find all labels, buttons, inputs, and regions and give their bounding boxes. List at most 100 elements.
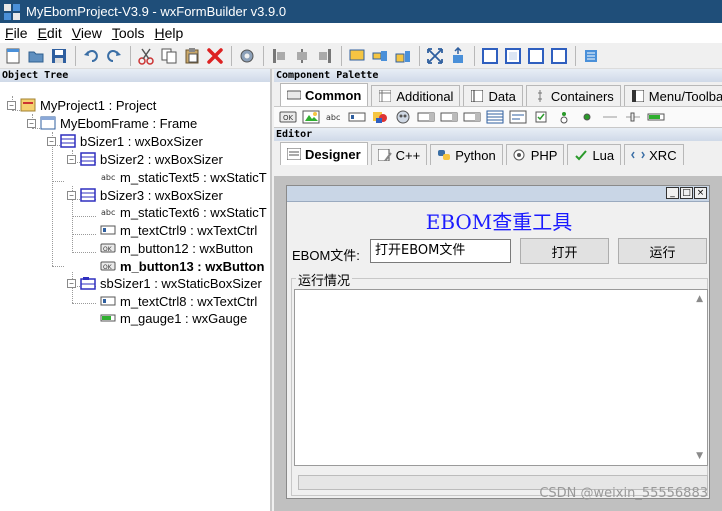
tab-designer[interactable]: Designer	[280, 142, 368, 165]
tree-item-bsizer3[interactable]: − bSizer3 : wxBoxSizer	[67, 186, 223, 204]
menu-file[interactable]: File	[2, 25, 31, 41]
open-button[interactable]: 打开	[520, 238, 609, 264]
button-component-icon[interactable]: OK	[278, 108, 298, 126]
additional-tab-icon	[378, 90, 392, 102]
align-top-button[interactable]	[346, 45, 368, 67]
align-bottom-button[interactable]	[392, 45, 414, 67]
toolbar-separator	[419, 45, 420, 66]
collapse-icon[interactable]: −	[67, 154, 76, 164]
tree-item-bsizer2[interactable]: − bSizer2 : wxBoxSizer	[67, 150, 223, 168]
cut-button[interactable]	[135, 45, 157, 67]
tab-containers[interactable]: Containers	[525, 85, 621, 106]
copy-button[interactable]	[158, 45, 180, 67]
tab-php[interactable]: PHP	[505, 144, 565, 165]
scroll-down-icon[interactable]: ▼	[696, 451, 703, 461]
radio-dot-component-icon[interactable]	[577, 108, 597, 126]
checkbox-component-icon[interactable]	[531, 108, 551, 126]
tab-lua[interactable]: Lua	[567, 144, 622, 165]
static-bitmap-component-icon[interactable]	[370, 108, 390, 126]
collapse-icon[interactable]: −	[27, 118, 36, 128]
open-project-button[interactable]	[25, 45, 47, 67]
list-box-component-icon[interactable]	[439, 108, 459, 126]
static-line-component-icon[interactable]	[600, 108, 620, 126]
align-middle-button[interactable]	[369, 45, 391, 67]
tab-xrc[interactable]: XRC	[624, 144, 684, 165]
border-bottom-button[interactable]	[548, 45, 570, 67]
align-right-button[interactable]	[314, 45, 336, 67]
tree-item-statictext5[interactable]: abc m_staticText5 : wxStaticT	[100, 168, 267, 186]
choice-component-icon[interactable]	[416, 108, 436, 126]
tree-item-frame[interactable]: − MyEbomFrame : Frame	[27, 114, 197, 132]
tab-cpp[interactable]: C++	[370, 144, 428, 165]
combo-box-component-icon[interactable]	[393, 108, 413, 126]
collapse-icon[interactable]: −	[67, 190, 76, 200]
frame-window-buttons: _ □ ×	[665, 187, 707, 199]
text-ctrl-component-icon[interactable]	[347, 108, 367, 126]
list-ctrl-component-icon[interactable]	[485, 108, 505, 126]
minimize-icon[interactable]: _	[666, 187, 679, 199]
gauge-component-icon[interactable]	[646, 108, 666, 126]
tree-item-textctrl8[interactable]: m_textCtrl8 : wxTextCtrl	[100, 292, 257, 310]
maximize-icon[interactable]: □	[680, 187, 693, 199]
run-button[interactable]: 运行	[618, 238, 707, 264]
box-sizer-icon	[80, 152, 96, 166]
undo-button[interactable]	[80, 45, 102, 67]
menu-help[interactable]: Help	[152, 25, 187, 41]
tab-common[interactable]: Common	[280, 83, 369, 106]
text-ctrl-icon	[100, 294, 116, 308]
expand-button[interactable]	[424, 45, 446, 67]
collapse-icon[interactable]: −	[7, 100, 16, 110]
editor-tabs: Designer C++ Python PHP Lua XRC	[274, 141, 722, 165]
slider-component-icon[interactable]	[623, 108, 643, 126]
border-left-button[interactable]	[502, 45, 524, 67]
menu-bar: File Edit View Tools Help	[0, 23, 722, 43]
redo-button[interactable]	[103, 45, 125, 67]
tree-item-statictext6[interactable]: abc m_staticText6 : wxStaticT	[100, 203, 267, 221]
align-center-button[interactable]	[291, 45, 313, 67]
menu-view[interactable]: View	[69, 25, 105, 41]
design-frame[interactable]: _ □ × EBOM查重工具 EBOM文件: 打开EBOM文件 打开 运行 运行…	[286, 185, 710, 499]
tree-item-bsizer1[interactable]: − bSizer1 : wxBoxSizer	[47, 132, 203, 150]
close-icon[interactable]: ×	[694, 187, 707, 199]
toolbar-separator	[474, 45, 475, 66]
tab-data[interactable]: Data	[463, 85, 523, 106]
radio-button-component-icon[interactable]	[554, 108, 574, 126]
collapse-icon[interactable]: −	[47, 136, 56, 146]
tab-menu-toolbar[interactable]: Menu/Toolbar	[623, 85, 722, 106]
ebom-file-input[interactable]: 打开EBOM文件	[370, 239, 511, 263]
tab-additional[interactable]: Additional	[371, 85, 461, 106]
static-text-component-icon[interactable]: abc	[324, 108, 344, 126]
box-sizer-icon	[80, 188, 96, 202]
tree-item-button12[interactable]: OK m_button12 : wxButton	[100, 239, 253, 257]
collapse-icon[interactable]: −	[67, 278, 76, 288]
scroll-up-icon[interactable]: ▲	[696, 294, 703, 304]
toolbar-separator	[130, 45, 131, 66]
spin-ctrl-component-icon[interactable]	[462, 108, 482, 126]
tree-item-gauge1[interactable]: m_gauge1 : wxGauge	[100, 309, 247, 327]
run-status-textctrl[interactable]: ▲ ▼	[294, 289, 708, 466]
tree-item-button13[interactable]: OK m_button13 : wxButton	[100, 257, 264, 275]
generate-code-button[interactable]	[236, 45, 258, 67]
align-left-button[interactable]	[268, 45, 290, 67]
menu-edit[interactable]: Edit	[35, 25, 65, 41]
svg-text:OK: OK	[103, 246, 113, 253]
border-right-button[interactable]	[525, 45, 547, 67]
tab-python[interactable]: Python	[430, 144, 503, 165]
ebom-file-label: EBOM文件:	[292, 248, 360, 263]
delete-button[interactable]	[204, 45, 226, 67]
common-tab-icon	[287, 89, 301, 101]
radio-box-component-icon[interactable]	[508, 108, 528, 126]
tree-connector	[72, 234, 96, 235]
bitmap-button-component-icon[interactable]	[301, 108, 321, 126]
tree-item-project[interactable]: − MyProject1 : Project	[7, 96, 156, 114]
new-project-button[interactable]	[2, 45, 24, 67]
preview-button[interactable]	[580, 45, 602, 67]
stretch-button[interactable]	[447, 45, 469, 67]
tree-item-sbsizer1[interactable]: − sbSizer1 : wxStaticBoxSizer	[67, 274, 262, 292]
tree-item-textctrl9[interactable]: m_textCtrl9 : wxTextCtrl	[100, 221, 257, 239]
paste-button[interactable]	[181, 45, 203, 67]
python-tab-icon	[437, 149, 451, 161]
menu-tools[interactable]: Tools	[109, 25, 148, 41]
save-project-button[interactable]	[48, 45, 70, 67]
border-all-button[interactable]	[479, 45, 501, 67]
